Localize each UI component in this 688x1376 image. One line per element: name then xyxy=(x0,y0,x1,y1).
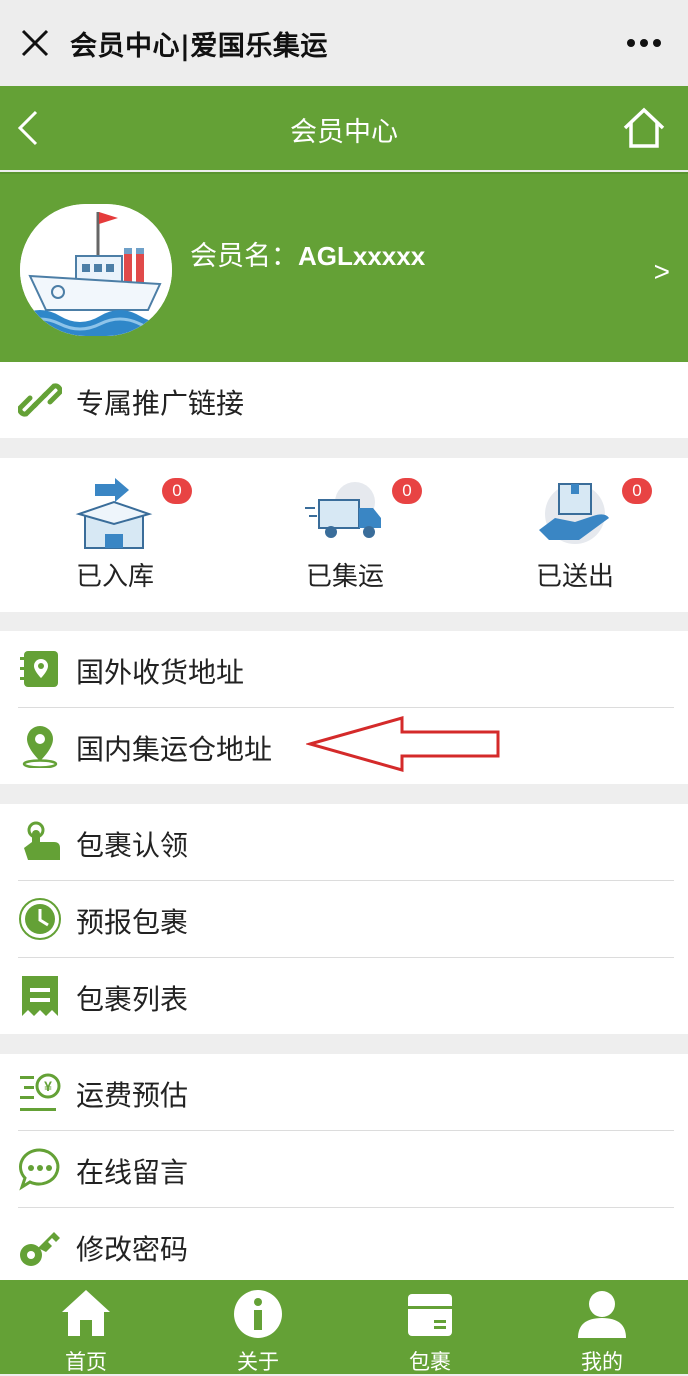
ship-avatar-icon xyxy=(20,204,172,336)
promo-section: 专属推广链接 xyxy=(0,362,688,438)
box-inbound-icon xyxy=(75,478,153,549)
user-icon xyxy=(578,1291,626,1338)
avatar xyxy=(20,204,172,336)
tab-mine[interactable]: 我的 xyxy=(516,1280,688,1374)
stat-label: 已入库 xyxy=(75,562,154,592)
location-pin-icon xyxy=(22,726,58,768)
tab-label: 首页 xyxy=(65,1350,107,1374)
key-icon xyxy=(20,1232,60,1266)
menu-item-label: 专属推广链接 xyxy=(76,387,245,420)
member-name-label: 会员名： xyxy=(190,241,298,272)
parcel-section: 包裹认领 预报包裹 包裹列表 xyxy=(0,804,688,1034)
address-book-icon xyxy=(20,651,58,687)
stat-count-badge: 0 xyxy=(622,478,652,504)
tab-home[interactable]: 首页 xyxy=(0,1280,172,1374)
menu-item-label: 国内集运仓地址 xyxy=(76,733,273,766)
clock-icon xyxy=(19,898,61,940)
menu-item-change-password[interactable]: 修改密码 xyxy=(18,1208,674,1284)
member-card[interactable]: 会员名：AGLxxxxx > xyxy=(0,172,688,364)
menu-item-promo-link[interactable]: 专属推广链接 xyxy=(18,362,674,438)
member-name: 会员名：AGLxxxxx xyxy=(190,234,425,273)
hand-package-icon xyxy=(539,483,609,544)
menu-item-label: 修改密码 xyxy=(76,1233,189,1266)
home-icon xyxy=(62,1290,110,1336)
tab-label: 我的 xyxy=(581,1350,623,1374)
menu-item-claim-parcel[interactable]: 包裹认领 xyxy=(18,804,674,881)
menu-item-label: 在线留言 xyxy=(76,1156,189,1189)
info-icon xyxy=(234,1290,282,1338)
home-icon[interactable] xyxy=(622,106,666,150)
tab-label: 关于 xyxy=(237,1350,279,1374)
menu-item-overseas-address[interactable]: 国外收货地址 xyxy=(18,631,674,708)
other-section: ¥ 运费预估 在线留言 修改密码 xyxy=(0,1054,688,1280)
menu-item-label: 包裹认领 xyxy=(76,829,189,862)
stat-in-warehouse[interactable]: 0 已入库 xyxy=(40,478,192,598)
menu-item-shipping-estimate[interactable]: ¥ 运费预估 xyxy=(18,1054,674,1131)
stat-consolidated[interactable]: 0 已集运 xyxy=(270,478,422,598)
window-titlebar: 会员中心|爱国乐集运 xyxy=(0,0,688,86)
tab-label: 包裹 xyxy=(409,1350,451,1374)
fee-estimate-icon: ¥ xyxy=(20,1073,61,1111)
package-icon xyxy=(408,1294,452,1336)
link-icon xyxy=(18,383,62,417)
page-title: 会员中心 xyxy=(290,117,398,148)
close-icon[interactable] xyxy=(18,26,52,60)
page-header: 会员中心 xyxy=(0,86,688,170)
hand-tap-icon xyxy=(24,821,60,860)
stat-label: 已集运 xyxy=(305,562,384,592)
annotation-arrow-icon xyxy=(306,716,500,772)
member-detail-arrow[interactable]: > xyxy=(654,256,670,288)
member-name-value: AGLxxxxx xyxy=(298,241,426,271)
svg-text:¥: ¥ xyxy=(44,1078,52,1094)
menu-item-label: 包裹列表 xyxy=(76,983,189,1016)
window-title: 会员中心|爱国乐集运 xyxy=(70,31,328,62)
menu-item-parcel-list[interactable]: 包裹列表 xyxy=(18,958,674,1034)
more-options-icon[interactable] xyxy=(626,38,662,48)
tab-about[interactable]: 关于 xyxy=(172,1280,344,1374)
stat-label: 已送出 xyxy=(535,562,614,592)
receipt-list-icon xyxy=(22,976,58,1016)
stat-count-badge: 0 xyxy=(392,478,422,504)
chat-bubble-icon xyxy=(18,1148,60,1191)
stat-count-badge: 0 xyxy=(162,478,192,504)
bottom-tab-bar: 首页 关于 包裹 我的 xyxy=(0,1280,688,1374)
parcel-stats: 0 已入库 0 已集运 0 已送出 xyxy=(0,458,688,612)
menu-item-label: 预报包裹 xyxy=(76,906,189,939)
truck-icon xyxy=(305,482,381,538)
menu-item-online-message[interactable]: 在线留言 xyxy=(18,1131,674,1208)
stat-delivered[interactable]: 0 已送出 xyxy=(500,478,652,598)
menu-item-label: 国外收货地址 xyxy=(76,656,245,689)
menu-item-label: 运费预估 xyxy=(76,1079,189,1112)
tab-parcel[interactable]: 包裹 xyxy=(344,1280,516,1374)
menu-item-forecast-parcel[interactable]: 预报包裹 xyxy=(18,881,674,958)
